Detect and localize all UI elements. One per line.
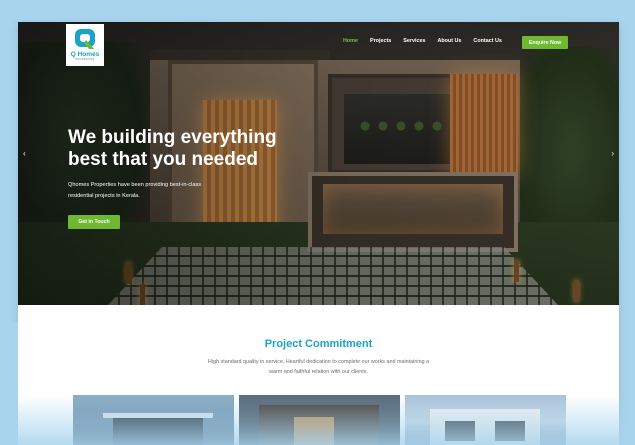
- project-card[interactable]: [239, 395, 400, 445]
- section-title: Project Commitment: [264, 338, 373, 350]
- chevron-left-icon[interactable]: ‹: [23, 149, 26, 158]
- hero-description-line: Qhomes Properties have been providing be…: [68, 182, 202, 188]
- hero-title: We building everything best that you nee…: [68, 127, 318, 171]
- nav-home[interactable]: Home: [343, 38, 358, 44]
- window-shape: [495, 421, 525, 441]
- window-shape: [294, 417, 334, 445]
- project-cards: [73, 395, 566, 445]
- project-card[interactable]: [405, 395, 566, 445]
- section-description: High standard quality in service, Heartf…: [168, 357, 469, 377]
- chevron-right-icon[interactable]: ›: [611, 149, 614, 158]
- building-shape: [113, 417, 203, 445]
- roof-shape: [103, 413, 213, 418]
- hero-title-line: We building everything: [68, 127, 277, 148]
- brand-tagline: PROPERTIES: [75, 58, 95, 61]
- background-edge: [0, 322, 18, 445]
- nav-about-us[interactable]: About Us: [437, 38, 461, 44]
- hero-description-line: residential projects in Kerala.: [68, 193, 140, 199]
- nav-projects[interactable]: Projects: [370, 38, 391, 44]
- get-in-touch-button[interactable]: Get in Touch: [68, 215, 120, 229]
- nav-services[interactable]: Services: [403, 38, 425, 44]
- enquire-now-button[interactable]: Enquire Now: [522, 36, 568, 49]
- window-shape: [445, 421, 475, 441]
- hero-description: Qhomes Properties have been providing be…: [68, 180, 263, 202]
- section-description-line: warm and faithful relation with our clie…: [269, 369, 368, 375]
- hero-title-line: best that you needed: [68, 149, 259, 170]
- brand-logo[interactable]: Q Homes PROPERTIES: [66, 24, 104, 66]
- main-nav: Home Projects Services About Us Contact …: [343, 38, 514, 44]
- q-logo-icon: [75, 29, 95, 49]
- brand-name: Q Homes: [70, 51, 100, 58]
- hero-banner: Q Homes PROPERTIES Home Projects Service…: [18, 22, 619, 305]
- nav-contact-us[interactable]: Contact Us: [473, 38, 501, 44]
- website-page: Q Homes PROPERTIES Home Projects Service…: [18, 22, 619, 445]
- section-description-line: High standard quality in service, Heartf…: [207, 359, 430, 365]
- project-card[interactable]: [73, 395, 234, 445]
